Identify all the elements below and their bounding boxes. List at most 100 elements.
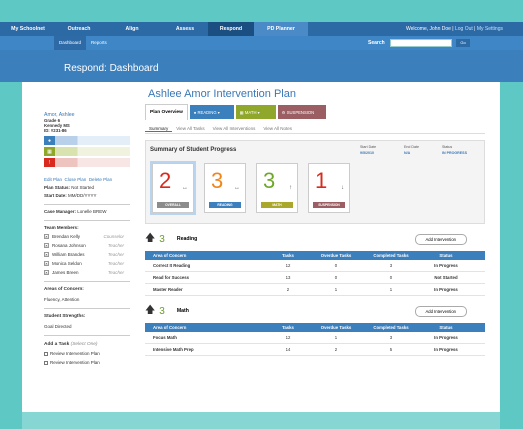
plan-title: Ashlee Amor Intervention Plan — [148, 88, 296, 100]
areas-of-concern-label: Areas of Concern: — [44, 286, 84, 291]
score-label: SUSPENSION — [313, 202, 345, 208]
welcome-text: Welcome, John Doe — [405, 26, 451, 32]
member-role: Teacher — [107, 252, 124, 257]
cell-completed: 3 — [389, 335, 393, 340]
task-checkbox[interactable] — [44, 360, 48, 365]
team-member: ✕ Brendan Kelly Counselor — [44, 234, 130, 239]
col-status: Status — [439, 253, 453, 258]
tab-suspension[interactable]: ⚙ SUSPENSION — [277, 105, 326, 119]
remove-icon[interactable]: ✕ — [44, 270, 49, 275]
team-member: ✕ Rosana Johnson Teacher — [44, 243, 130, 248]
subtab-summary[interactable]: Summary — [145, 126, 173, 132]
member-role: Teacher — [107, 243, 124, 248]
arrow-up-icon: 🡅 — [145, 304, 156, 316]
cell-overdue: 1 — [334, 287, 338, 292]
score-card[interactable]: 3 ↑ MATH — [256, 163, 298, 213]
member-name: William Brandes — [52, 252, 85, 257]
task-option[interactable]: Review Intervention Plan — [44, 351, 130, 356]
status-label: Status — [442, 145, 453, 149]
reading-score: 3 — [159, 233, 165, 245]
task-option-label: Review Intervention Plan — [50, 360, 100, 365]
nav-pd-planner[interactable]: PD Planner — [254, 22, 308, 36]
tab-plan-overview[interactable]: Plan Overview — [145, 104, 188, 120]
start-date-value: MM/DD/YYYY — [68, 193, 97, 198]
table-row[interactable]: Correct It Reading 12 0 3 In Progress — [145, 260, 485, 272]
plan-links: Edit Plan Close Plan Delete Plan — [44, 177, 130, 182]
sub-tabs: Summary View All Tasks View All Interven… — [145, 124, 485, 134]
table-row[interactable]: Read for Success 13 0 0 Not Started — [145, 272, 485, 284]
reading-title: Reading — [176, 236, 198, 242]
start-date-label: Start Date — [360, 145, 377, 149]
remove-icon[interactable]: ✕ — [44, 252, 49, 257]
trend-arrow-icon: ↔ — [182, 185, 188, 191]
tab-reading[interactable]: ● READING ▾ — [189, 105, 234, 119]
table-row[interactable]: Intensive Math Prep 14 2 5 In Progress — [145, 344, 485, 356]
nav-respond[interactable]: Respond — [208, 22, 254, 36]
logout-link[interactable]: Log Out — [455, 26, 473, 32]
subnav-reports[interactable]: Reports — [86, 36, 112, 50]
nav-assess[interactable]: Assess — [162, 22, 208, 36]
col-completed: Completed Tasks — [373, 325, 409, 330]
cell-tasks: 14 — [285, 347, 291, 352]
cell-tasks: 2 — [286, 287, 290, 292]
member-role: Counselor — [103, 234, 124, 239]
subtab-interventions[interactable]: View All Interventions — [209, 126, 260, 131]
score-card[interactable]: 2 ↔ OVERALL — [152, 163, 194, 213]
cell-overdue: 2 — [334, 347, 338, 352]
delete-plan-link[interactable]: Delete Plan — [89, 177, 112, 182]
score-number: 3 — [263, 168, 276, 193]
table-header: Area of Concern Tasks Overdue Tasks Comp… — [145, 323, 485, 332]
search-input[interactable] — [390, 39, 452, 47]
edit-plan-link[interactable]: Edit Plan — [44, 177, 62, 182]
score-card[interactable]: 3 ↔ READING — [204, 163, 246, 213]
team-member: ✕ William Brandes Teacher — [44, 252, 130, 257]
areas-of-concern-value: Fluency, Attention — [44, 297, 80, 302]
student-sidebar: Amor, Ashlee Grade 6 Kennedy MS ID: #231… — [44, 108, 130, 429]
settings-link[interactable]: My Settings — [477, 26, 503, 32]
member-name: Brendan Kelly — [52, 234, 81, 239]
arrow-up-icon: 🡅 — [145, 232, 156, 244]
tab-math[interactable]: ▦ MATH ▾ — [235, 105, 276, 119]
table-row[interactable]: Focus Math 12 1 3 In Progress — [145, 332, 485, 344]
cell-tasks: 13 — [285, 275, 291, 280]
cell-completed: 0 — [389, 275, 393, 280]
summary-title: Summary of Student Progress — [150, 147, 237, 153]
table-header: Area of Concern Tasks Overdue Tasks Comp… — [145, 251, 485, 260]
col-status: Status — [439, 325, 453, 330]
subnav-dashboard[interactable]: Dashboard — [54, 36, 87, 50]
tab-reading-label: READING — [197, 109, 217, 115]
nav-my-schoolnet[interactable]: My Schoolnet — [0, 22, 56, 36]
score-label: OVERALL — [157, 202, 189, 208]
go-button[interactable]: Go — [456, 39, 470, 47]
remove-icon[interactable]: ✕ — [44, 243, 49, 248]
task-checkbox[interactable] — [44, 351, 48, 356]
end-date-label: End Date — [404, 145, 419, 149]
remove-icon[interactable]: ✕ — [44, 261, 49, 266]
top-nav: My Schoolnet Outreach Align Assess Respo… — [0, 22, 523, 36]
team-members-label: Team Members: — [44, 225, 79, 230]
remove-icon[interactable]: ✕ — [44, 234, 49, 239]
member-role: Teacher — [107, 270, 124, 275]
table-row[interactable]: Master Reader 2 1 1 In Progress — [145, 284, 485, 296]
nav-outreach[interactable]: Outreach — [56, 22, 102, 36]
member-name: Rosana Johnson — [52, 243, 86, 248]
strengths-label: Student Strengths: — [44, 313, 86, 318]
add-intervention-button[interactable]: Add Intervention — [414, 234, 467, 245]
score-card[interactable]: 1 ↓ SUSPENSION — [308, 163, 350, 213]
search-label: Search — [368, 40, 385, 46]
col-completed: Completed Tasks — [373, 253, 409, 258]
subtab-notes[interactable]: View All Notes — [259, 126, 296, 131]
close-plan-link[interactable]: Close Plan — [65, 177, 87, 182]
add-task-label: Add a Task — [44, 342, 70, 347]
start-date-value: 9/5/2010 — [360, 151, 374, 155]
trend-arrow-icon: ↓ — [341, 185, 344, 191]
task-option[interactable]: Review Intervention Plan — [44, 360, 130, 365]
member-role: Teacher — [107, 261, 124, 266]
add-intervention-button[interactable]: Add Intervention — [414, 306, 467, 317]
start-date-label: Start Date: — [44, 193, 67, 198]
col-area: Area of Concern — [153, 325, 187, 330]
subtab-tasks[interactable]: View All Tasks — [172, 126, 208, 131]
score-label: MATH — [261, 202, 293, 208]
nav-align[interactable]: Align — [102, 22, 162, 36]
member-name: Monica Seldon — [52, 261, 82, 266]
